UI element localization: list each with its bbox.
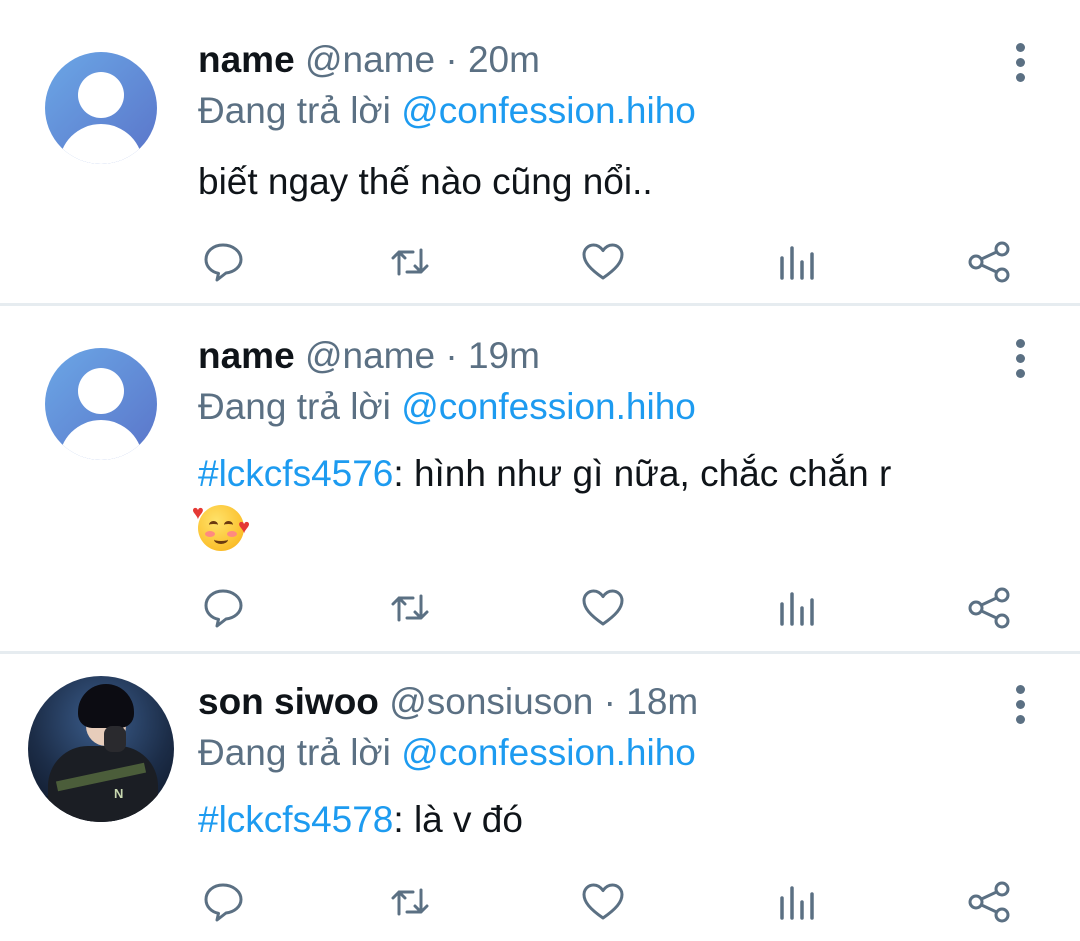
timestamp[interactable]: 20m [468, 39, 540, 80]
reply-context: Đang trả lời @confession.hiho [198, 89, 696, 133]
tweet-body: : là v đó [393, 799, 523, 840]
avatar-head-shape [78, 72, 124, 118]
reply-context: Đang trả lời @confession.hiho [198, 385, 696, 429]
reply-mention-link[interactable]: @confession.hiho [401, 732, 696, 773]
tweet-2[interactable]: name @name · 19m Đang trả lời @confessio… [0, 306, 1080, 651]
action-bar [0, 880, 1080, 924]
timestamp[interactable]: 18m [626, 681, 698, 722]
tweet-body: biết ngay thế nào cũng nổi.. [198, 161, 653, 202]
action-bar [0, 240, 1080, 284]
share-icon[interactable] [966, 586, 1012, 630]
like-icon[interactable] [580, 586, 626, 630]
retweet-icon[interactable] [387, 880, 433, 924]
avatar-head-shape [78, 368, 124, 414]
separator-dot: · [603, 681, 616, 722]
separator-dot: · [445, 39, 458, 80]
tweet-1[interactable]: name @name · 20m Đang trả lời @confessio… [0, 0, 1080, 303]
display-name[interactable]: son siwoo [198, 681, 379, 722]
more-options-icon[interactable] [1008, 685, 1034, 725]
display-name[interactable]: name [198, 335, 295, 376]
action-bar [0, 586, 1080, 630]
like-icon[interactable] [580, 240, 626, 284]
tweet-text: #lckcfs4576: hình như gì nữa, chắc chắn … [192, 448, 1038, 552]
share-icon[interactable] [966, 880, 1012, 924]
reply-prefix: Đang trả lời [198, 386, 391, 427]
display-name[interactable]: name [198, 39, 295, 80]
share-icon[interactable] [966, 240, 1012, 284]
stats-icon[interactable] [774, 586, 820, 630]
tweet-text: #lckcfs4578: là v đó [198, 794, 1038, 846]
reply-mention-link[interactable]: @confession.hiho [401, 386, 696, 427]
user-handle[interactable]: @name [305, 39, 435, 80]
stats-icon[interactable] [774, 240, 820, 284]
user-avatar[interactable] [45, 348, 157, 460]
tweet-header: son siwoo @sonsiuson · 18m [198, 680, 698, 724]
tweet-body: : hình như gì nữa, chắc chắn r [393, 453, 892, 494]
photo-hand [104, 726, 126, 752]
retweet-icon[interactable] [387, 586, 433, 630]
user-handle[interactable]: @name [305, 335, 435, 376]
tweet-text: biết ngay thế nào cũng nổi.. [198, 156, 1038, 208]
stats-icon[interactable] [774, 880, 820, 924]
photo-logo: N [114, 786, 124, 801]
tweet-header: name @name · 20m [198, 38, 540, 82]
reply-icon[interactable] [200, 240, 246, 284]
tweet-3[interactable]: N son siwoo @sonsiuson · 18m Đang trả lờ… [0, 654, 1080, 941]
avatar-body-shape [59, 420, 143, 460]
timestamp[interactable]: 19m [468, 335, 540, 376]
smiling-face-with-hearts-icon: ♥ ♥ [192, 503, 250, 552]
retweet-icon[interactable] [387, 240, 433, 284]
reply-mention-link[interactable]: @confession.hiho [401, 90, 696, 131]
user-avatar[interactable] [45, 52, 157, 164]
separator-dot: · [445, 335, 458, 376]
reply-prefix: Đang trả lời [198, 732, 391, 773]
reply-icon[interactable] [200, 586, 246, 630]
more-options-icon[interactable] [1008, 43, 1034, 83]
reply-prefix: Đang trả lời [198, 90, 391, 131]
hashtag-link[interactable]: #lckcfs4576 [198, 453, 393, 494]
user-avatar[interactable]: N [28, 676, 174, 822]
reply-context: Đang trả lời @confession.hiho [198, 731, 696, 775]
photo-hair [78, 684, 134, 728]
reply-icon[interactable] [200, 880, 246, 924]
hashtag-link[interactable]: #lckcfs4578 [198, 799, 393, 840]
like-icon[interactable] [580, 880, 626, 924]
user-handle[interactable]: @sonsiuson [389, 681, 593, 722]
more-options-icon[interactable] [1008, 339, 1034, 379]
tweet-header: name @name · 19m [198, 334, 540, 378]
avatar-body-shape [59, 124, 143, 164]
